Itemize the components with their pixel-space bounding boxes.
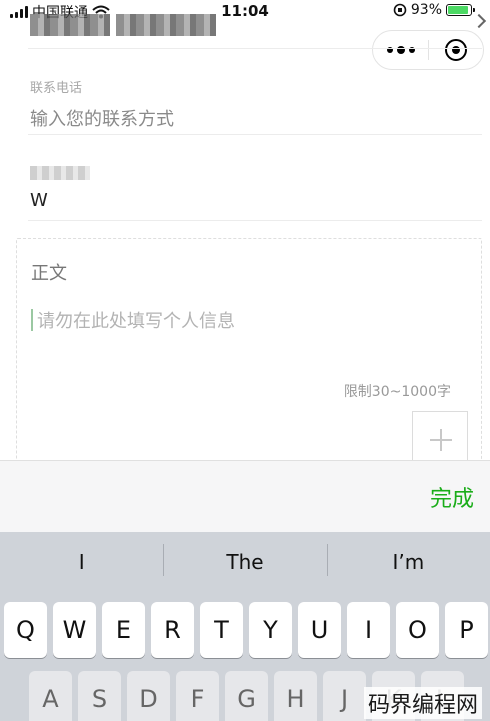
key-p[interactable]: P [445, 602, 488, 658]
second-field-input[interactable]: W [30, 190, 48, 211]
key-o[interactable]: O [396, 602, 439, 658]
body-placeholder: 请勿在此处填写个人信息 [37, 311, 235, 332]
key-f[interactable]: F [176, 671, 219, 721]
suggestion-item[interactable]: I’m [326, 544, 490, 576]
body-textarea[interactable]: 请勿在此处填写个人信息 [31, 307, 235, 333]
char-limit-hint: 限制30~1000字 [343, 384, 451, 400]
suggestion-item[interactable]: I [0, 550, 163, 574]
suggestion-bar: I The I’m [0, 532, 490, 592]
text-caret [31, 309, 33, 331]
battery-icon [446, 4, 475, 16]
key-e[interactable]: E [102, 602, 145, 658]
miniprogram-capsule [372, 30, 484, 70]
key-s[interactable]: S [78, 671, 121, 721]
key-a[interactable]: A [29, 671, 72, 721]
obscured-page-title [30, 14, 220, 36]
orientation-lock-icon [393, 3, 407, 17]
divider [28, 134, 482, 135]
key-r[interactable]: R [151, 602, 194, 658]
key-q[interactable]: Q [4, 602, 47, 658]
obscured-field-label [30, 166, 90, 180]
divider [28, 48, 482, 49]
divider [28, 220, 482, 221]
key-w[interactable]: W [53, 602, 96, 658]
phone-label: 联系电话 [30, 81, 83, 96]
close-miniprogram-button[interactable] [429, 30, 483, 70]
key-d[interactable]: D [127, 671, 170, 721]
key-y[interactable]: Y [249, 602, 292, 658]
status-right: 93% [393, 2, 475, 18]
battery-percent: 93% [410, 2, 442, 18]
key-i[interactable]: I [347, 602, 390, 658]
suggestion-item[interactable]: The [163, 544, 326, 576]
watermark-text: 码界编程网 [363, 687, 482, 719]
key-t[interactable]: T [200, 602, 243, 658]
add-image-button[interactable] [412, 411, 468, 467]
key-row-1: Q W E R T Y U I O P [4, 602, 490, 658]
key-g[interactable]: G [225, 671, 268, 721]
key-j[interactable]: J [323, 671, 366, 721]
key-h[interactable]: H [274, 671, 317, 721]
phone-input[interactable]: 输入您的联系方式 [30, 105, 174, 131]
target-icon [444, 39, 467, 61]
body-editor[interactable]: 正文 请勿在此处填写个人信息 限制30~1000字 [16, 238, 482, 498]
keyboard-accessory-bar: 完成 [0, 460, 490, 532]
battery-fill [448, 6, 469, 14]
more-button[interactable] [373, 30, 428, 70]
editor-title: 正文 [31, 263, 67, 284]
key-u[interactable]: U [298, 602, 341, 658]
done-button[interactable]: 完成 [430, 481, 474, 513]
